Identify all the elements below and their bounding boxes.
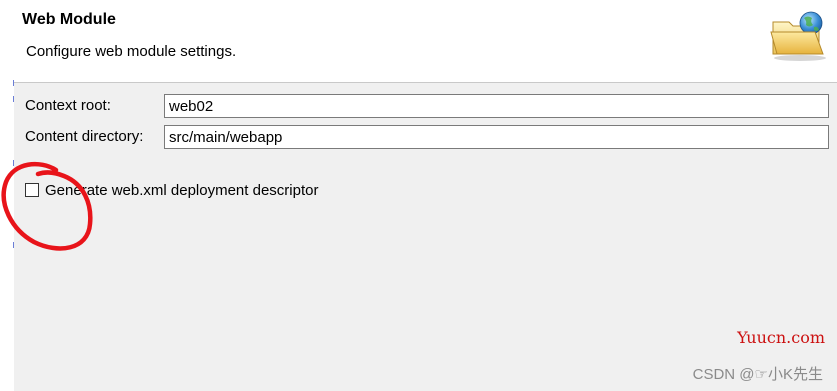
author-watermark: CSDN @☞小K先生 <box>692 366 823 383</box>
page-description: Configure web module settings. <box>26 43 237 60</box>
page-title: Web Module <box>22 11 116 28</box>
site-watermark: Yuucn.com <box>737 328 825 347</box>
red-circle-annotation <box>1 161 93 251</box>
content-directory-input[interactable] <box>164 125 829 149</box>
context-root-label: Context root: <box>25 97 111 114</box>
wizard-header: Web Module Configure web module settings… <box>14 0 837 83</box>
content-directory-label: Content directory: <box>25 128 144 145</box>
content-directory-row: Content directory: <box>14 125 837 151</box>
context-root-input[interactable] <box>164 94 829 118</box>
context-root-row: Context root: <box>14 94 837 120</box>
folder-globe-icon <box>770 11 826 61</box>
